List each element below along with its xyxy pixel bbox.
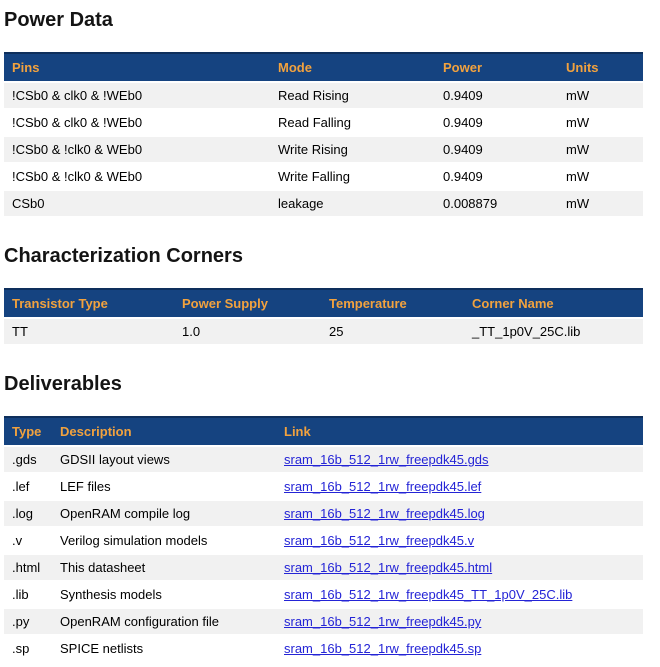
cell-type: .sp bbox=[4, 635, 52, 662]
cell-description: This datasheet bbox=[52, 554, 276, 581]
cell-power: 0.9409 bbox=[435, 109, 558, 136]
table-row: .v Verilog simulation models sram_16b_51… bbox=[4, 527, 643, 554]
cell-power-supply: 1.0 bbox=[174, 318, 321, 345]
cell-description: SPICE netlists bbox=[52, 635, 276, 662]
cell-link: sram_16b_512_1rw_freepdk45.v bbox=[276, 527, 643, 554]
table-row: .lef LEF files sram_16b_512_1rw_freepdk4… bbox=[4, 473, 643, 500]
cell-units: mW bbox=[558, 82, 643, 109]
table-row: !CSb0 & !clk0 & WEb0 Write Rising 0.9409… bbox=[4, 136, 643, 163]
cell-link: sram_16b_512_1rw_freepdk45.sp bbox=[276, 635, 643, 662]
column-header-temperature: Temperature bbox=[321, 289, 464, 318]
column-header-link: Link bbox=[276, 417, 643, 446]
cell-type: .lib bbox=[4, 581, 52, 608]
column-header-pins: Pins bbox=[4, 53, 270, 82]
table-row: CSb0 leakage 0.008879 mW bbox=[4, 190, 643, 217]
table-row: !CSb0 & !clk0 & WEb0 Write Falling 0.940… bbox=[4, 163, 643, 190]
column-header-power-supply: Power Supply bbox=[174, 289, 321, 318]
power-table-header-row: Pins Mode Power Units bbox=[4, 53, 643, 82]
column-header-transistor-type: Transistor Type bbox=[4, 289, 174, 318]
cell-power: 0.9409 bbox=[435, 163, 558, 190]
column-header-type: Type bbox=[4, 417, 52, 446]
cell-description: Verilog simulation models bbox=[52, 527, 276, 554]
cell-description: GDSII layout views bbox=[52, 446, 276, 473]
cell-units: mW bbox=[558, 163, 643, 190]
corners-table-header-row: Transistor Type Power Supply Temperature… bbox=[4, 289, 643, 318]
deliverable-link-lib[interactable]: sram_16b_512_1rw_freepdk45_TT_1p0V_25C.l… bbox=[284, 587, 572, 602]
table-row: .lib Synthesis models sram_16b_512_1rw_f… bbox=[4, 581, 643, 608]
cell-link: sram_16b_512_1rw_freepdk45.gds bbox=[276, 446, 643, 473]
section-title-power-data: Power Data bbox=[4, 8, 643, 32]
deliverable-link-v[interactable]: sram_16b_512_1rw_freepdk45.v bbox=[284, 533, 474, 548]
table-row: !CSb0 & clk0 & !WEb0 Read Falling 0.9409… bbox=[4, 109, 643, 136]
cell-type: .html bbox=[4, 554, 52, 581]
cell-pins: !CSb0 & clk0 & !WEb0 bbox=[4, 109, 270, 136]
table-row: .sp SPICE netlists sram_16b_512_1rw_free… bbox=[4, 635, 643, 662]
table-row: !CSb0 & clk0 & !WEb0 Read Rising 0.9409 … bbox=[4, 82, 643, 109]
deliverable-link-html[interactable]: sram_16b_512_1rw_freepdk45.html bbox=[284, 560, 492, 575]
table-row: .log OpenRAM compile log sram_16b_512_1r… bbox=[4, 500, 643, 527]
column-header-units: Units bbox=[558, 53, 643, 82]
cell-description: LEF files bbox=[52, 473, 276, 500]
cell-mode: Read Rising bbox=[270, 82, 435, 109]
cell-power: 0.9409 bbox=[435, 82, 558, 109]
cell-pins: !CSb0 & clk0 & !WEb0 bbox=[4, 82, 270, 109]
cell-type: .v bbox=[4, 527, 52, 554]
cell-link: sram_16b_512_1rw_freepdk45_TT_1p0V_25C.l… bbox=[276, 581, 643, 608]
section-title-characterization-corners: Characterization Corners bbox=[4, 244, 643, 268]
cell-pins: !CSb0 & !clk0 & WEb0 bbox=[4, 163, 270, 190]
column-header-corner-name: Corner Name bbox=[464, 289, 643, 318]
deliverable-link-gds[interactable]: sram_16b_512_1rw_freepdk45.gds bbox=[284, 452, 489, 467]
cell-description: Synthesis models bbox=[52, 581, 276, 608]
cell-pins: CSb0 bbox=[4, 190, 270, 217]
cell-description: OpenRAM compile log bbox=[52, 500, 276, 527]
column-header-description: Description bbox=[52, 417, 276, 446]
cell-type: .gds bbox=[4, 446, 52, 473]
characterization-corners-table: Transistor Type Power Supply Temperature… bbox=[4, 288, 643, 346]
column-header-power: Power bbox=[435, 53, 558, 82]
cell-power: 0.9409 bbox=[435, 136, 558, 163]
deliverable-link-log[interactable]: sram_16b_512_1rw_freepdk45.log bbox=[284, 506, 485, 521]
cell-transistor-type: TT bbox=[4, 318, 174, 345]
cell-power: 0.008879 bbox=[435, 190, 558, 217]
cell-pins: !CSb0 & !clk0 & WEb0 bbox=[4, 136, 270, 163]
table-row: .gds GDSII layout views sram_16b_512_1rw… bbox=[4, 446, 643, 473]
deliverable-link-lef[interactable]: sram_16b_512_1rw_freepdk45.lef bbox=[284, 479, 481, 494]
cell-mode: Write Falling bbox=[270, 163, 435, 190]
cell-type: .log bbox=[4, 500, 52, 527]
cell-type: .lef bbox=[4, 473, 52, 500]
cell-mode: Write Rising bbox=[270, 136, 435, 163]
column-header-mode: Mode bbox=[270, 53, 435, 82]
deliverables-table-header-row: Type Description Link bbox=[4, 417, 643, 446]
datasheet-page: Power Data Pins Mode Power Units !CSb0 &… bbox=[0, 8, 660, 667]
table-row: .html This datasheet sram_16b_512_1rw_fr… bbox=[4, 554, 643, 581]
cell-mode: Read Falling bbox=[270, 109, 435, 136]
table-row: TT 1.0 25 _TT_1p0V_25C.lib bbox=[4, 318, 643, 345]
cell-corner-name: _TT_1p0V_25C.lib bbox=[464, 318, 643, 345]
cell-link: sram_16b_512_1rw_freepdk45.lef bbox=[276, 473, 643, 500]
cell-link: sram_16b_512_1rw_freepdk45.html bbox=[276, 554, 643, 581]
power-data-table: Pins Mode Power Units !CSb0 & clk0 & !WE… bbox=[4, 52, 643, 218]
cell-mode: leakage bbox=[270, 190, 435, 217]
deliverables-table: Type Description Link .gds GDSII layout … bbox=[4, 416, 643, 663]
section-title-deliverables: Deliverables bbox=[4, 372, 643, 396]
deliverable-link-sp[interactable]: sram_16b_512_1rw_freepdk45.sp bbox=[284, 641, 481, 656]
cell-temperature: 25 bbox=[321, 318, 464, 345]
deliverable-link-py[interactable]: sram_16b_512_1rw_freepdk45.py bbox=[284, 614, 481, 629]
cell-units: mW bbox=[558, 109, 643, 136]
cell-units: mW bbox=[558, 190, 643, 217]
cell-link: sram_16b_512_1rw_freepdk45.log bbox=[276, 500, 643, 527]
cell-units: mW bbox=[558, 136, 643, 163]
